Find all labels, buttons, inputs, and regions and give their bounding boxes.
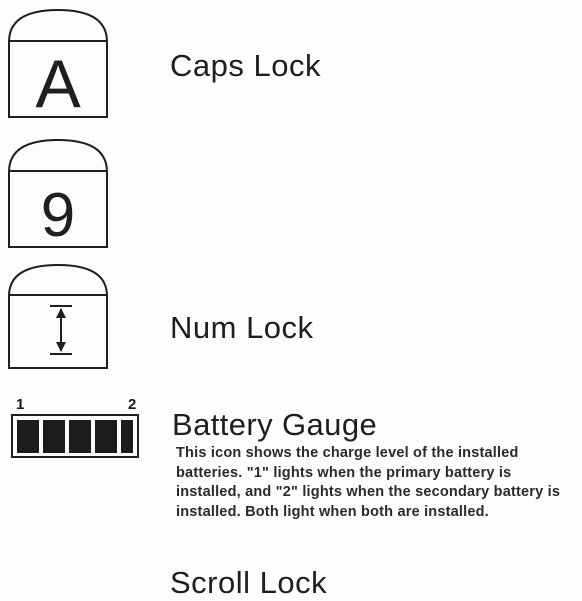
caps-lock-icon: A xyxy=(8,8,108,122)
battery-gauge-section: 1 2 Battery Gauge This icon shows the ch… xyxy=(0,395,582,571)
battery-label-1: 1 xyxy=(16,396,25,413)
battery-label-2: 2 xyxy=(128,396,137,413)
num-lock-label: Num Lock xyxy=(170,310,314,345)
num-lock-icon: 9 xyxy=(8,138,108,250)
scroll-arrow-icon xyxy=(50,305,72,355)
battery-gauge-title: Battery Gauge xyxy=(172,407,378,442)
battery-gauge-description: This icon shows the charge level of the … xyxy=(176,445,561,520)
caps-lock-label: Caps Lock xyxy=(170,48,321,83)
caps-lock-glyph: A xyxy=(35,46,81,122)
scroll-lock-icon xyxy=(8,263,108,369)
num-lock-glyph: 9 xyxy=(41,181,75,250)
